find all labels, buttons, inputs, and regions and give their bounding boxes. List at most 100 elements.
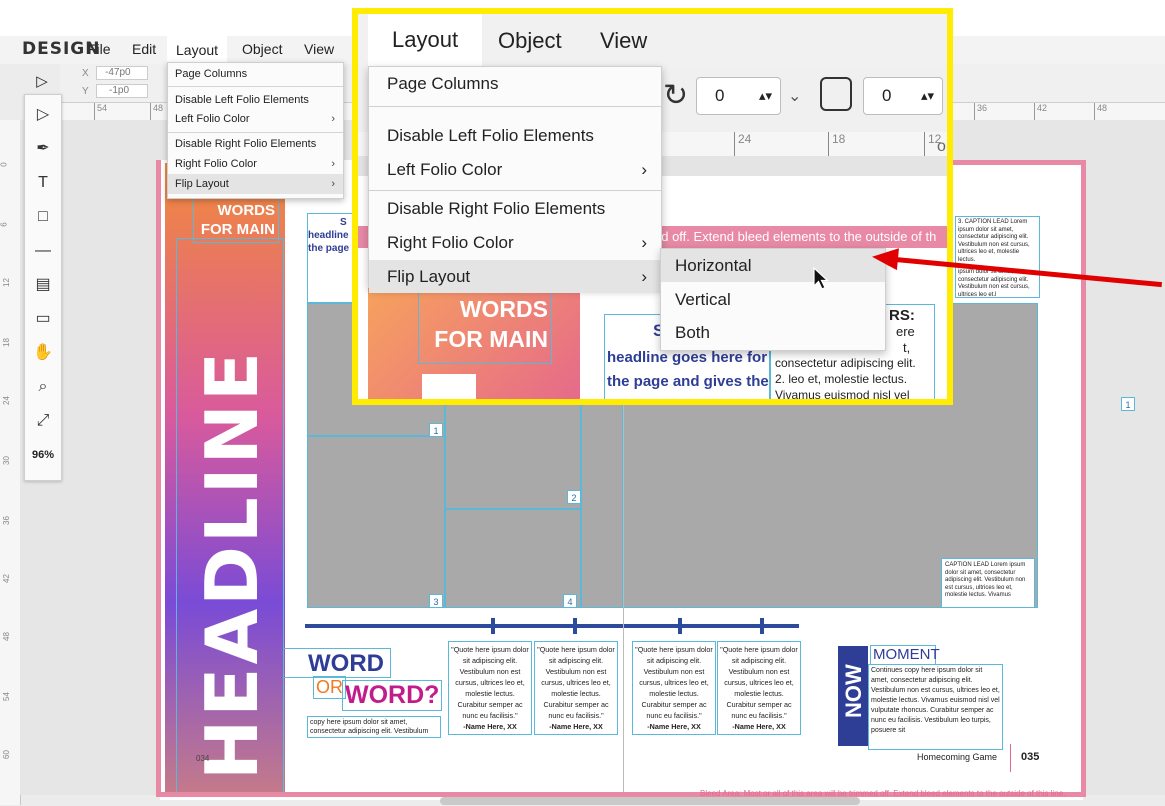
timeline-marker — [678, 618, 682, 634]
quote-box[interactable]: "Quote here ipsum dolor sit adipiscing e… — [717, 641, 801, 735]
stepper-arrows-icon[interactable]: ▴▾ — [921, 78, 934, 114]
zoom-callout: 24 18 12 oming Game 35 ed off. Extend bl… — [352, 8, 953, 405]
quote-text: "Quote here ipsum dolor sit adipiscing e… — [451, 645, 529, 720]
menu-item-label: Right Folio Color — [387, 233, 514, 252]
subhead-headline: headline — [308, 230, 349, 241]
select-icon[interactable]: ▷ — [25, 101, 61, 129]
now-text: NOW — [841, 664, 866, 718]
chevron-right-icon: › — [331, 113, 335, 125]
layout-menu: Page Columns Disable Left Folio Elements… — [167, 62, 344, 199]
hero-frame — [176, 238, 284, 793]
quote-name: -Name Here, XX — [463, 722, 517, 731]
rectangle-icon[interactable]: □ — [25, 203, 61, 231]
zoom-page-title: oming Game 35 — [937, 138, 947, 155]
frame-number-tag: 4 — [563, 594, 577, 608]
list-line: 2. leo et, molestie lectus. — [775, 372, 908, 386]
words-line-1: WORDS — [459, 296, 548, 322]
menu-item-left-folio-color[interactable]: Left Folio Color › — [369, 153, 661, 186]
menu-separator — [168, 86, 343, 87]
comment-icon[interactable]: ▭ — [25, 305, 61, 333]
now-block[interactable]: NOW — [838, 646, 868, 746]
subhead-page: the page — [308, 243, 350, 254]
caption-text: CAPTION LEAD Lorem ipsum dolor sit amet,… — [945, 562, 1026, 598]
menu-item-flip-layout[interactable]: Flip Layout › — [168, 174, 343, 194]
quote-box[interactable]: "Quote here ipsum dolor sit adipiscing e… — [632, 641, 716, 735]
text-icon[interactable]: T — [25, 169, 61, 197]
stepper-arrows-icon[interactable]: ▴▾ — [759, 78, 772, 114]
chevron-right-icon: › — [641, 233, 647, 252]
list-line: t, — [903, 340, 911, 355]
rotation-stepper[interactable]: 0 ▴▾ — [696, 77, 781, 115]
quote-name: -Name Here, XX — [732, 722, 786, 731]
ruler-tick: 24 — [1, 396, 11, 405]
quote-box[interactable]: "Quote here ipsum dolor sit adipiscing e… — [448, 641, 532, 735]
caption-frame[interactable]: 3. CAPTION LEAD Lorem ipsum dolor sit am… — [955, 216, 1040, 298]
copy-frame[interactable]: copy here ipsum dolor sit amet, consecte… — [307, 716, 441, 738]
timeline-marker — [491, 618, 495, 634]
quote-box[interactable]: "Quote here ipsum dolor sit adipiscing e… — [534, 641, 618, 735]
caption-text: 3. CAPTION LEAD Lorem ipsum dolor sit am… — [958, 219, 1030, 263]
menu-item-page-columns[interactable]: Page Columns — [168, 64, 343, 84]
ruler-tick: 60 — [1, 750, 11, 759]
menu-view[interactable]: View — [600, 28, 647, 54]
ruler-tick: 36 — [974, 103, 987, 120]
menu-layout[interactable]: Layout — [368, 14, 483, 66]
corner-stepper[interactable]: 0 ▴▾ — [863, 77, 943, 115]
x-field[interactable]: -47p0 — [96, 66, 148, 80]
chevron-right-icon: › — [641, 160, 647, 179]
moment-frame[interactable]: MOMENT — [870, 645, 940, 665]
menu-view[interactable]: View — [304, 41, 334, 57]
zoom-level[interactable]: 96% — [25, 449, 61, 461]
chevron-down-icon[interactable]: ⌄ — [788, 86, 801, 106]
chevron-right-icon: › — [331, 158, 335, 170]
select-icon[interactable]: ▷ — [24, 70, 60, 94]
frame-number-tag: 2 — [567, 490, 581, 504]
moment-body-frame[interactable]: Continues copy here ipsum dolor sit amet… — [868, 664, 1003, 750]
pages-icon[interactable]: ▤ — [25, 271, 61, 299]
ruler-tick: 12 — [1, 278, 11, 287]
submenu-item-vertical[interactable]: Vertical — [661, 283, 885, 316]
list-line: ere — [896, 324, 915, 339]
menu-item-page-columns[interactable]: Page Columns — [369, 67, 661, 100]
zoom-icon[interactable]: ⌕ — [25, 373, 61, 401]
menu-edit[interactable]: Edit — [132, 41, 156, 57]
line-icon[interactable]: — — [25, 237, 61, 265]
moment-text: MOMENT — [873, 646, 940, 663]
menu-item-disable-left-folio[interactable]: Disable Left Folio Elements — [369, 119, 661, 152]
submenu-item-both[interactable]: Both — [661, 316, 885, 349]
horizontal-scrollbar[interactable] — [440, 797, 860, 805]
menu-item-right-folio-color[interactable]: Right Folio Color › — [168, 154, 343, 174]
tools-panel: ▷ ✒ T □ — ▤ ▭ ✋ ⌕ ⤢ 96% — [24, 94, 62, 481]
menu-item-flip-layout[interactable]: Flip Layout › — [369, 260, 661, 293]
menu-object[interactable]: Object — [242, 41, 282, 57]
corner-radius-icon — [820, 77, 852, 111]
ruler-tick: 42 — [1, 574, 11, 583]
quote-name: -Name Here, XX — [647, 722, 701, 731]
menu-item-label: Flip Layout — [387, 267, 471, 286]
hand-icon[interactable]: ✋ — [25, 339, 61, 367]
menu-item-left-folio-color[interactable]: Left Folio Color › — [168, 109, 343, 129]
menu-item-disable-right-folio[interactable]: Disable Right Folio Elements — [168, 134, 343, 154]
photo-placeholder[interactable] — [445, 509, 581, 608]
menu-layout[interactable]: Layout — [167, 36, 228, 64]
frame-number-tag: 1 — [1121, 397, 1135, 411]
photo-placeholder[interactable] — [307, 436, 445, 608]
menu-item-right-folio-color[interactable]: Right Folio Color › — [369, 226, 661, 259]
pen-icon[interactable]: ✒ — [25, 135, 61, 163]
menu-item-disable-right-folio[interactable]: Disable Right Folio Elements — [369, 192, 661, 225]
copy-text: copy here ipsum dolor sit amet, consecte… — [310, 719, 429, 735]
frame-number-tag: 3 — [429, 594, 443, 608]
caption-frame[interactable]: CAPTION LEAD Lorem ipsum dolor sit amet,… — [941, 558, 1035, 608]
folio-left: 034 — [196, 754, 210, 763]
chevron-right-icon: › — [331, 178, 335, 190]
menu-object[interactable]: Object — [498, 28, 562, 54]
rotate-icon[interactable]: ↻ — [663, 78, 688, 113]
zoom-headline-letter — [422, 374, 476, 399]
moment-body: Continues copy here ipsum dolor sit amet… — [871, 667, 1000, 734]
submenu-item-horizontal[interactable]: Horizontal — [661, 249, 885, 282]
menu-item-disable-left-folio[interactable]: Disable Left Folio Elements — [168, 90, 343, 110]
words-line-2: FOR MAIN — [200, 221, 275, 238]
y-field[interactable]: -1p0 — [96, 84, 148, 98]
zoom-words: WORDS FOR MAIN — [420, 294, 548, 354]
fit-icon[interactable]: ⤢ — [25, 407, 61, 435]
